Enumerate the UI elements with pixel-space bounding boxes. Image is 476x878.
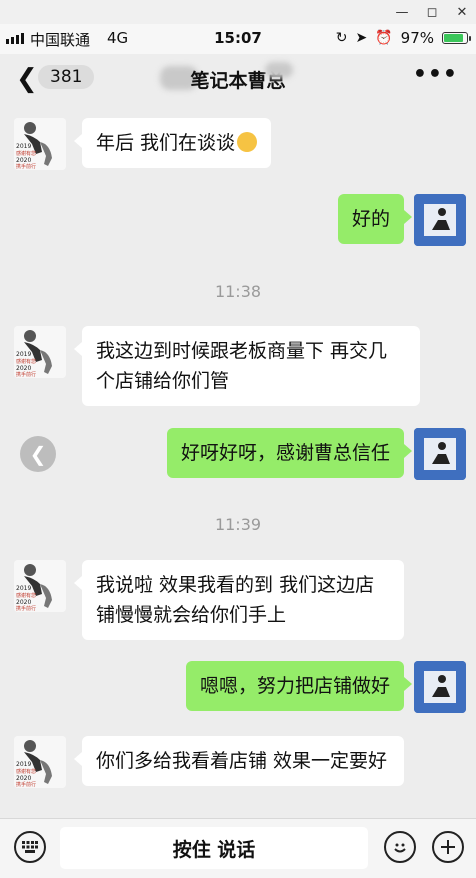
- contact-avatar[interactable]: 2019 感谢有您 2020 携手前行: [14, 560, 66, 612]
- avatar-year-2: 2020: [16, 365, 31, 372]
- location-icon: ➤: [355, 30, 368, 46]
- redacted-blur: [265, 62, 293, 78]
- message-text: 好呀好呀，感谢曹总信任: [180, 442, 390, 464]
- avatar-caption-1: 感谢有您: [16, 150, 36, 157]
- received-message-bubble[interactable]: 年后 我们在谈谈: [73, 118, 272, 168]
- avatar-caption-2: 携手前行: [16, 781, 36, 788]
- message-text: 我说啦 效果我看的到 我们这边店铺慢慢就会给你们手上: [96, 574, 375, 626]
- sent-message-bubble[interactable]: 好呀好呀，感谢曹总信任: [166, 428, 413, 478]
- received-message-bubble[interactable]: 我这边到时候跟老板商量下 再交几个店铺给你们管: [74, 326, 420, 406]
- contact-avatar[interactable]: 2019 感谢有您 2020 携手前行: [14, 118, 66, 170]
- message-text: 嗯嗯，努力把店铺做好: [199, 675, 390, 697]
- chat-title: 笔记本曹总: [190, 70, 286, 92]
- smile-emoji-icon: [237, 132, 258, 152]
- message-text: 好的: [351, 208, 390, 230]
- my-avatar[interactable]: [414, 428, 466, 480]
- more-options-icon[interactable]: •••: [413, 62, 458, 87]
- avatar-year-2: 2020: [16, 157, 31, 164]
- status-bar: 中国联通 4G 15:07 ↻ ➤ ⏰ 97%: [0, 24, 476, 54]
- alarm-icon: ⏰: [375, 30, 393, 46]
- avatar-year-1: 2019: [16, 351, 31, 358]
- avatar-year-1: 2019: [16, 761, 31, 768]
- avatar-caption-2: 携手前行: [16, 605, 36, 612]
- received-message-bubble[interactable]: 我说啦 效果我看的到 我们这边店铺慢慢就会给你们手上: [74, 560, 404, 640]
- contact-avatar[interactable]: 2019 感谢有您 2020 携手前行: [14, 326, 66, 378]
- battery-level: [444, 34, 463, 42]
- keyboard-icon[interactable]: [14, 831, 46, 863]
- avatar-caption-1: 感谢有您: [16, 358, 36, 365]
- received-message-bubble[interactable]: 你们多给我看着店铺 效果一定要好: [74, 736, 404, 786]
- message-text: 我这边到时候跟老板商量下 再交几个店铺给你们管: [96, 340, 388, 392]
- avatar-caption-2: 携手前行: [16, 163, 36, 170]
- chat-header: ❮ 381 笔记本曹总 •••: [0, 54, 476, 106]
- close-icon[interactable]: ✕: [442, 0, 476, 24]
- message-text: 你们多给我看着店铺 效果一定要好: [96, 750, 388, 772]
- battery-icon: [442, 32, 471, 44]
- message-text: 年后 我们在谈谈: [96, 132, 236, 154]
- avatar-year-1: 2019: [16, 143, 31, 150]
- plus-icon[interactable]: [432, 831, 464, 863]
- my-avatar[interactable]: [414, 194, 466, 246]
- input-bar: 按住 说话: [0, 818, 476, 878]
- sent-message-bubble[interactable]: 好的: [337, 194, 413, 244]
- avatar-caption-1: 感谢有您: [16, 768, 36, 775]
- hold-to-talk-button[interactable]: 按住 说话: [60, 827, 368, 869]
- timestamp: 11:38: [214, 282, 262, 301]
- avatar-year-2: 2020: [16, 599, 31, 606]
- my-avatar[interactable]: [414, 661, 466, 713]
- window-chrome: — ◻ ✕: [0, 0, 476, 24]
- floating-back-button[interactable]: ❮: [20, 436, 56, 472]
- avatar-year-2: 2020: [16, 775, 31, 782]
- timestamp: 11:39: [214, 515, 262, 534]
- battery-percent: 97%: [400, 29, 434, 47]
- emoji-icon[interactable]: [384, 831, 416, 863]
- contact-avatar[interactable]: 2019 感谢有您 2020 携手前行: [14, 736, 66, 788]
- rotation-lock-icon: ↻: [335, 30, 348, 46]
- avatar-caption-2: 携手前行: [16, 371, 36, 378]
- avatar-year-1: 2019: [16, 585, 31, 592]
- sent-message-bubble[interactable]: 嗯嗯，努力把店铺做好: [185, 661, 413, 711]
- avatar-caption-1: 感谢有您: [16, 592, 36, 599]
